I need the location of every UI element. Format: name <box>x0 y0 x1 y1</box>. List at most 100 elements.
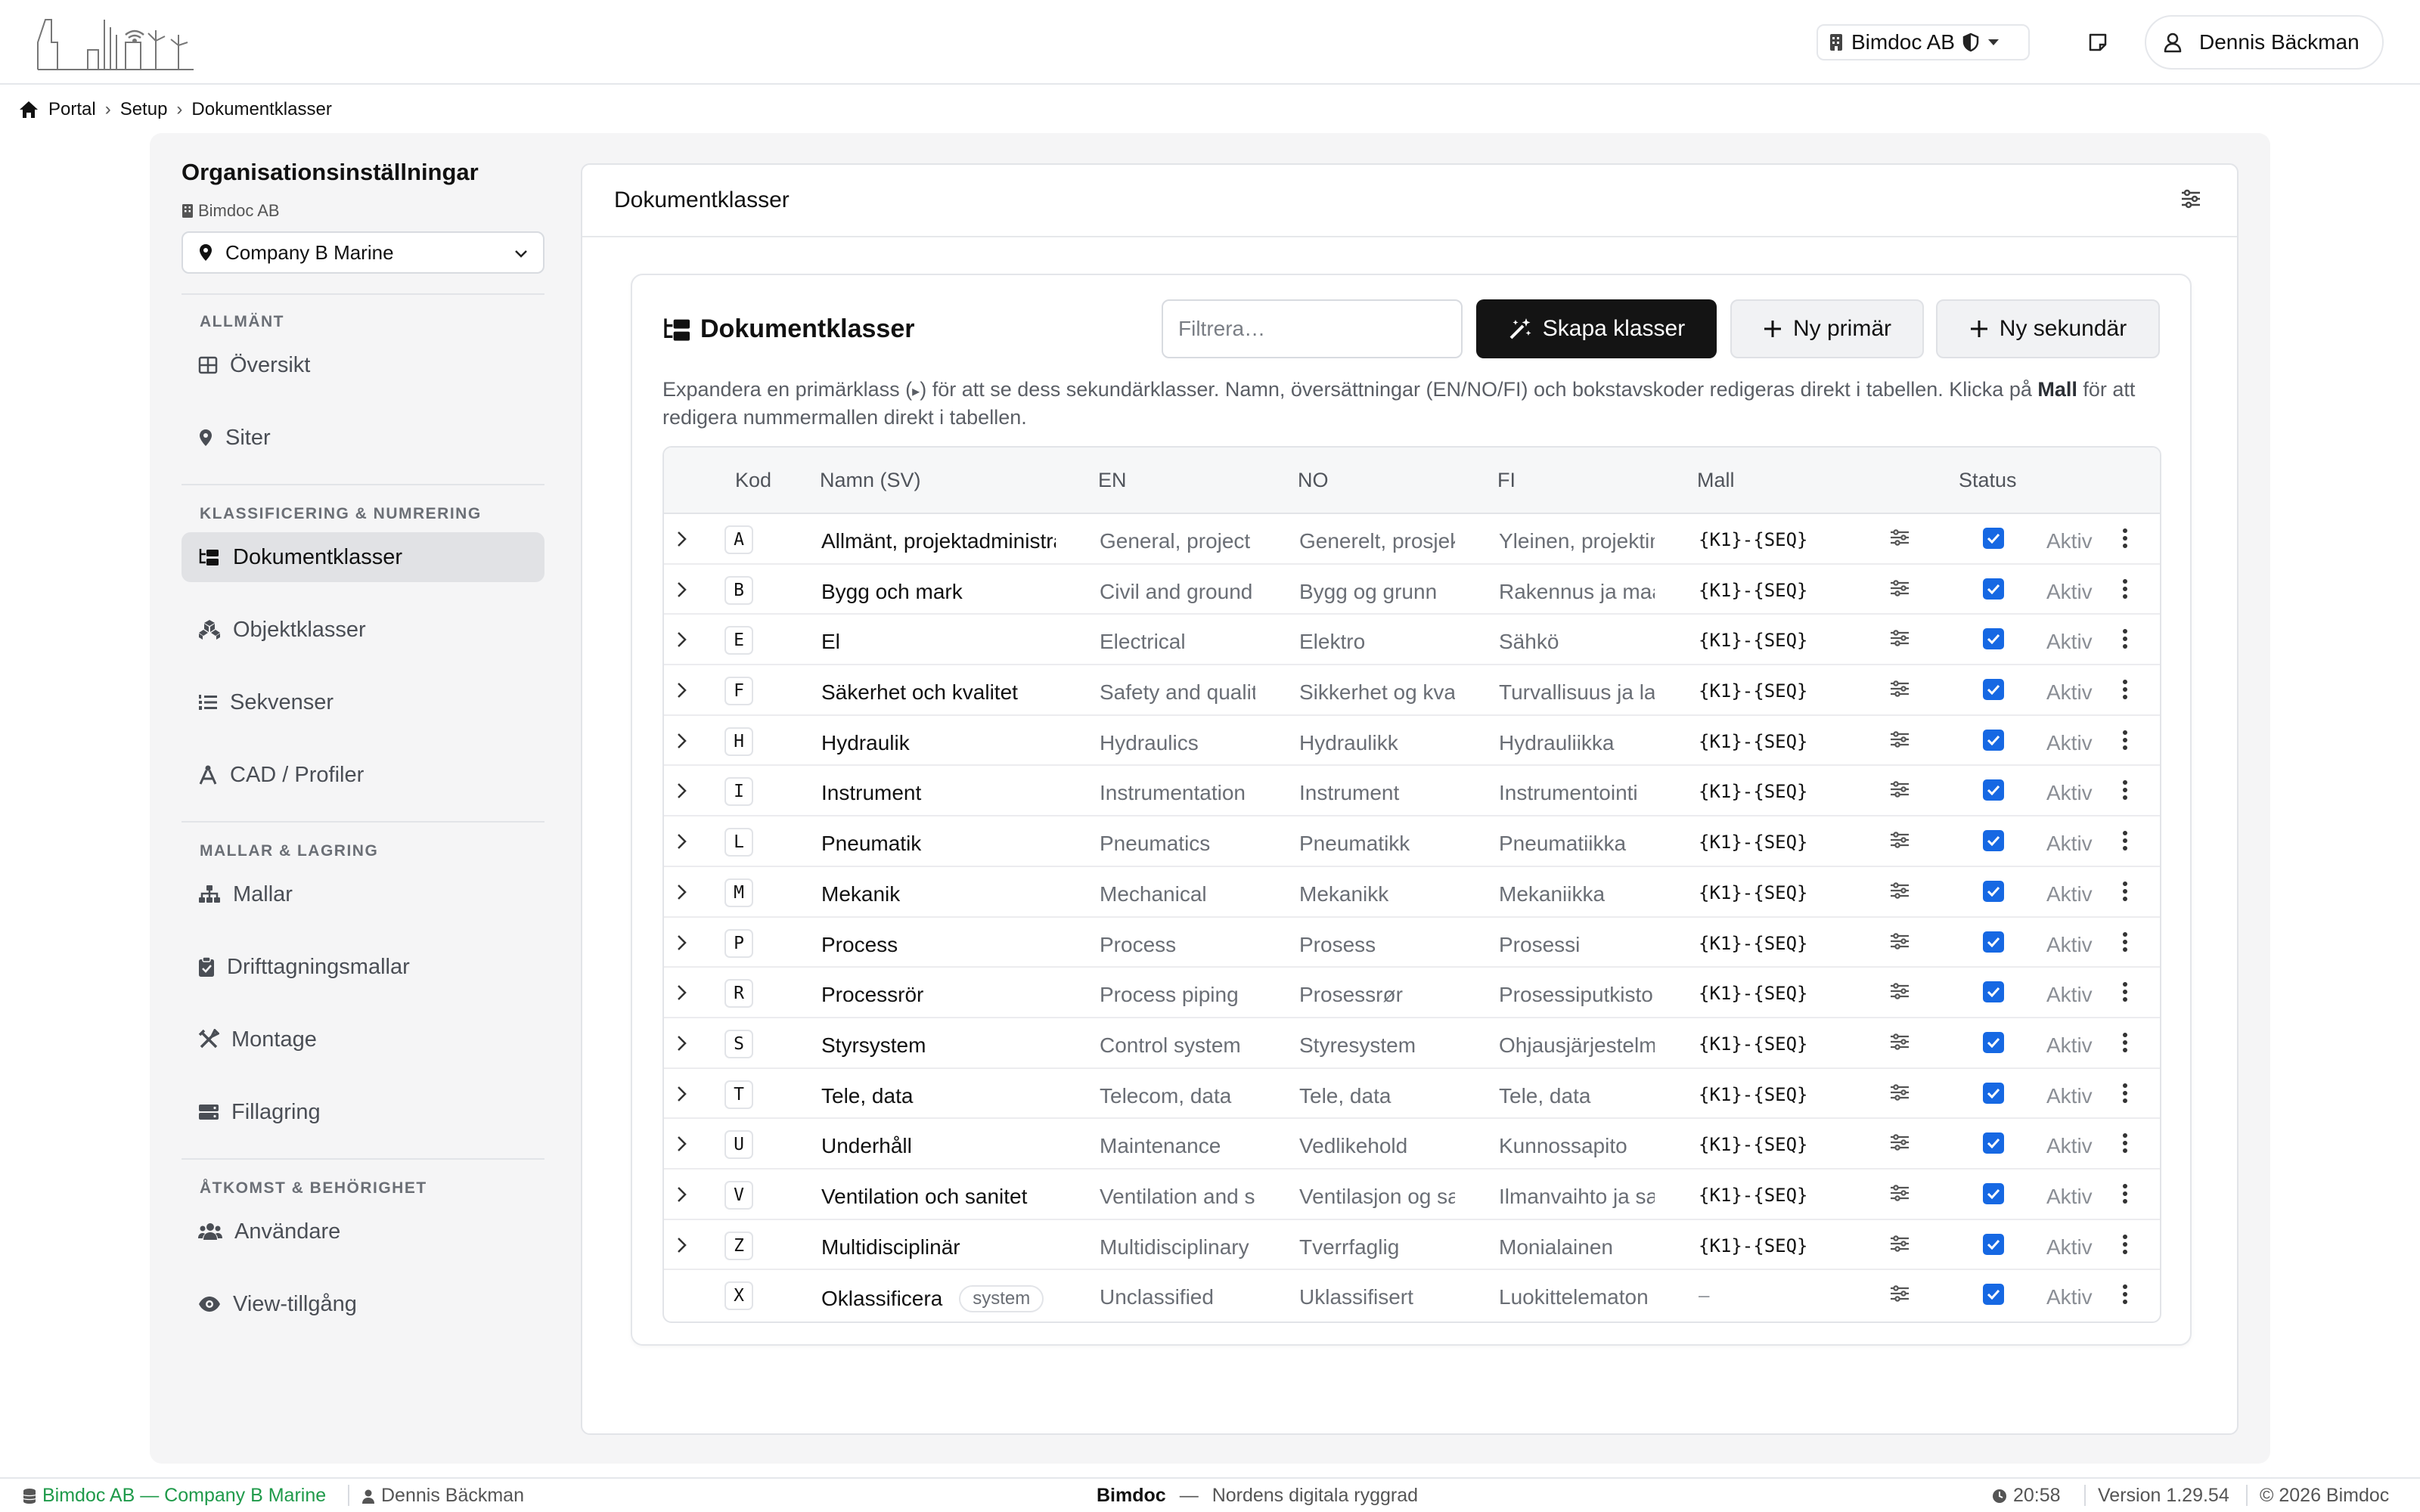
template-cell[interactable]: {K1}-{SEQ} <box>1699 1084 1808 1105</box>
class-name-en[interactable]: Telecom, data <box>1100 1084 1255 1108</box>
table-row[interactable]: H Hydraulik Hydraulics Hydraulikk Hydrauliik… <box>664 716 2160 767</box>
class-name-en[interactable]: Civil and ground <box>1100 580 1255 604</box>
more-options-icon[interactable] <box>2122 728 2128 758</box>
more-options-icon[interactable] <box>2122 930 2128 959</box>
sidebar-item-cad-profiler[interactable]: CAD / Profiler <box>182 750 544 800</box>
template-cell[interactable]: {K1}-{SEQ} <box>1699 731 1808 752</box>
table-row[interactable]: E El Electrical Elektro Sähkö {K1}-{SEQ} Aktiv <box>664 615 2160 666</box>
class-name-fi[interactable]: Prosessi <box>1499 933 1655 957</box>
class-name-sv[interactable]: Underhåll <box>821 1134 1056 1158</box>
active-checkbox[interactable] <box>1983 528 2004 549</box>
sidebar-item-view-tillgang[interactable]: View-tillgång <box>182 1279 544 1329</box>
more-options-icon[interactable] <box>2122 1232 2128 1262</box>
sliders-icon[interactable] <box>1889 679 1910 703</box>
class-name-fi[interactable]: Kunnossapito <box>1499 1134 1655 1158</box>
chevron-right-icon[interactable] <box>673 580 690 605</box>
chevron-right-icon[interactable] <box>673 529 690 554</box>
template-cell[interactable]: {K1}-{SEQ} <box>1699 580 1808 601</box>
chevron-right-icon[interactable] <box>673 1134 690 1159</box>
column-header-no[interactable]: NO <box>1298 469 1329 492</box>
class-name-en[interactable]: Multidisciplinary <box>1100 1235 1255 1259</box>
class-name-fi[interactable]: Sähkö <box>1499 630 1655 654</box>
active-checkbox[interactable] <box>1983 981 2004 1003</box>
column-header-template[interactable]: Mall <box>1697 469 1735 492</box>
table-row[interactable]: P Process Process Prosess Prosessi {K1}-{SEQ}… <box>664 918 2160 968</box>
class-name-en[interactable]: Pneumatics <box>1100 832 1255 856</box>
class-name-en[interactable]: Ventilation and sanitation <box>1100 1185 1255 1209</box>
sliders-icon[interactable] <box>1889 578 1910 603</box>
active-checkbox[interactable] <box>1983 1082 2004 1104</box>
home-icon[interactable] <box>18 100 39 119</box>
table-row[interactable]: V Ventilation och sanitet Ventilation and … <box>664 1170 2160 1220</box>
template-cell[interactable]: – <box>1699 1285 1709 1306</box>
new-primary-button[interactable]: Ny primär <box>1730 299 1924 358</box>
class-name-sv[interactable]: Process <box>821 933 1056 957</box>
table-row[interactable]: T Tele, data Telecom, data Tele, data Tele, … <box>664 1069 2160 1120</box>
class-name-no[interactable]: Hydraulikk <box>1299 731 1455 755</box>
sliders-icon[interactable] <box>1889 1083 1910 1107</box>
table-row[interactable]: S Styrsystem Control system Styresystem Ohja… <box>664 1018 2160 1069</box>
more-options-icon[interactable] <box>2122 1081 2128 1111</box>
more-options-icon[interactable] <box>2122 1282 2128 1312</box>
sliders-icon[interactable] <box>1889 779 1910 804</box>
chevron-right-icon[interactable] <box>673 781 690 806</box>
class-name-no[interactable]: Styresystem <box>1299 1033 1455 1058</box>
table-row[interactable]: R Processrör Process piping Prosessrør Prose… <box>664 968 2160 1018</box>
active-checkbox[interactable] <box>1983 628 2004 650</box>
sidebar-item-siter[interactable]: Siter <box>182 413 544 463</box>
chevron-right-icon[interactable] <box>673 1185 690 1210</box>
table-row[interactable]: U Underhåll Maintenance Vedlikehold Kunnossa… <box>664 1119 2160 1170</box>
class-name-fi[interactable]: Prosessiputkisto <box>1499 983 1655 1007</box>
filter-input[interactable] <box>1162 299 1463 358</box>
more-options-icon[interactable] <box>2122 829 2128 858</box>
chevron-right-icon[interactable] <box>673 1033 690 1058</box>
class-name-sv[interactable]: Styrsystem <box>821 1033 1056 1058</box>
new-secondary-button[interactable]: Ny sekundär <box>1936 299 2160 358</box>
active-checkbox[interactable] <box>1983 1031 2004 1053</box>
chevron-right-icon[interactable] <box>673 1084 690 1109</box>
template-cell[interactable]: {K1}-{SEQ} <box>1699 1033 1808 1055</box>
table-row[interactable]: A Allmänt, projektadministration General, … <box>664 514 2160 565</box>
sidebar-item-anvandare[interactable]: Användare <box>182 1207 544 1256</box>
class-name-en[interactable]: Unclassified <box>1100 1285 1255 1309</box>
user-menu-button[interactable]: Dennis Bäckman <box>2145 15 2384 70</box>
class-code[interactable]: T <box>724 1080 753 1109</box>
class-name-fi[interactable]: Luokittelematon <box>1499 1285 1655 1309</box>
sidebar-item-montage[interactable]: Montage <box>182 1015 544 1064</box>
more-options-icon[interactable] <box>2122 1131 2128 1160</box>
footer-org-company[interactable]: Bimdoc AB — Company B Marine <box>42 1485 326 1507</box>
bimdoc-logo[interactable] <box>35 12 201 73</box>
template-cell[interactable]: {K1}-{SEQ} <box>1699 832 1808 853</box>
class-name-no[interactable]: Tverrfaglig <box>1299 1235 1455 1259</box>
class-code[interactable]: Z <box>724 1231 753 1260</box>
class-code[interactable]: S <box>724 1029 753 1058</box>
template-cell[interactable]: {K1}-{SEQ} <box>1699 1134 1808 1155</box>
class-name-sv[interactable]: Mekanik <box>821 882 1056 906</box>
active-checkbox[interactable] <box>1983 1182 2004 1204</box>
more-options-icon[interactable] <box>2122 577 2128 606</box>
class-name-fi[interactable]: Rakennus ja maa <box>1499 580 1655 604</box>
table-row[interactable]: I Instrument Instrumentation Instrument Inst… <box>664 766 2160 817</box>
class-name-sv[interactable]: Oklassificera system <box>821 1285 1056 1313</box>
class-code[interactable]: H <box>724 727 753 756</box>
active-checkbox[interactable] <box>1983 729 2004 751</box>
active-checkbox[interactable] <box>1983 1233 2004 1255</box>
class-code[interactable]: I <box>724 777 753 807</box>
class-name-no[interactable]: Pneumatikk <box>1299 832 1455 856</box>
class-name-en[interactable]: Control system <box>1100 1033 1255 1058</box>
active-checkbox[interactable] <box>1983 931 2004 953</box>
column-header-name[interactable]: Namn (SV) <box>820 469 921 492</box>
class-name-sv[interactable]: Ventilation och sanitet <box>821 1185 1056 1209</box>
class-code[interactable]: B <box>724 575 753 605</box>
class-name-en[interactable]: Electrical <box>1100 630 1255 654</box>
template-cell[interactable]: {K1}-{SEQ} <box>1699 983 1808 1004</box>
chevron-right-icon[interactable] <box>673 1235 690 1260</box>
sliders-icon[interactable] <box>2180 187 2202 210</box>
column-header-code[interactable]: Kod <box>735 469 771 492</box>
active-checkbox[interactable] <box>1983 830 2004 852</box>
class-code[interactable]: A <box>724 525 753 554</box>
table-row[interactable]: L Pneumatik Pneumatics Pneumatikk Pneumatiik… <box>664 816 2160 867</box>
sliders-icon[interactable] <box>1889 628 1910 652</box>
more-options-icon[interactable] <box>2122 1030 2128 1060</box>
sidebar-item-objektklasser[interactable]: Objektklasser <box>182 605 544 655</box>
